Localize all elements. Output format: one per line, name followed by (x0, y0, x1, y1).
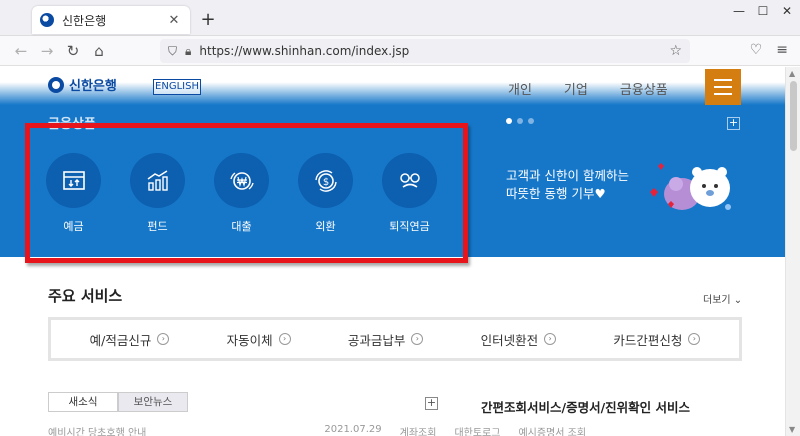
logo[interactable]: 신한은행 (48, 75, 117, 94)
new-tab-button[interactable]: + (198, 9, 218, 30)
hamburger-menu-button[interactable] (705, 69, 741, 105)
menu-item-personal[interactable]: 개인 (508, 79, 532, 98)
menu-icon[interactable]: ≡ (776, 42, 788, 58)
more-label: 더보기 (703, 295, 731, 306)
product-label: 대출 (231, 220, 252, 233)
cert-item[interactable]: 계좌조회 (400, 424, 437, 436)
menu-item-products[interactable]: 금융상품 (620, 79, 668, 98)
page-scrollbar[interactable]: ▲ ▼ (785, 67, 800, 436)
product-label: 외환 (315, 220, 336, 233)
service-utility-payment[interactable]: 공과금납부 › (348, 330, 424, 349)
cert-item[interactable]: 예시증명서 조회 (518, 424, 586, 436)
scroll-up-icon[interactable]: ▲ (789, 69, 795, 78)
cert-item[interactable]: 대한토로그 (454, 424, 500, 436)
product-label: 펀드 (147, 220, 168, 233)
product-exchange[interactable]: $ 외환 (298, 153, 353, 234)
arrow-right-icon: › (688, 333, 701, 345)
product-label: 예금 (63, 220, 84, 233)
minimize-button[interactable]: — (732, 4, 746, 18)
banner-plus-button[interactable]: + (727, 117, 740, 130)
lock-icon[interactable]: 🔒︎ (185, 44, 191, 59)
service-label: 자동이체 (226, 332, 273, 348)
scroll-thumb[interactable] (790, 81, 797, 151)
services-title: 주요 서비스 (48, 287, 123, 305)
logo-text: 신한은행 (69, 79, 117, 94)
toolbar-right: ♡ ≡ (750, 42, 788, 58)
hero-section-title: 금융상품 (48, 117, 96, 132)
top-menu: 개인 기업 금융상품 (508, 79, 668, 98)
arrow-right-icon: › (544, 333, 557, 345)
tab-security-news[interactable]: 보안뉴스 (118, 392, 188, 412)
news-date: 2021.07.29 (324, 424, 382, 435)
exchange-dollar-icon: $ (298, 153, 353, 208)
promo-line-1: 고객과 신한이 함께하는 (506, 168, 629, 183)
page-content: 신한은행 ENGLISH 개인 기업 금융상품 금융상품 예금 펀드 대출 $ … (0, 67, 785, 436)
browser-tab-bar: 신한은행 ✕ + — ☐ ✕ (0, 0, 800, 36)
bear-character-image (650, 163, 731, 210)
url-text[interactable]: https://www.shinhan.com/index.jsp (199, 44, 669, 58)
maximize-button[interactable]: ☐ (756, 4, 770, 18)
promo-text[interactable]: 고객과 신한이 함께하는 따뜻한 동행 기부♥ (506, 167, 629, 203)
news-plus-button[interactable]: + (425, 397, 438, 410)
service-label: 공과금납부 (347, 332, 406, 348)
deposit-icon (46, 153, 101, 208)
product-label: 퇴직연금 (389, 220, 430, 233)
product-list: 예금 펀드 대출 $ 외환 퇴직연금 (46, 153, 437, 234)
shinhan-favicon-icon (40, 13, 54, 27)
product-loan[interactable]: 대출 (214, 153, 269, 234)
arrow-right-icon: › (411, 333, 424, 345)
address-bar[interactable]: ⛉ 🔒︎ https://www.shinhan.com/index.jsp ☆ (160, 39, 690, 63)
carousel-dots (506, 118, 534, 124)
service-label: 카드간편신청 (613, 332, 683, 348)
tab-title: 신한은행 (62, 13, 107, 28)
news-row: 예비시간 당초호행 안내 2021.07.29 계좌조회 대한토로그 예시증명서… (48, 424, 738, 436)
bookmark-star-icon[interactable]: ☆ (669, 43, 682, 59)
service-label: 인터넷환전 (480, 332, 539, 348)
menu-item-business[interactable]: 기업 (564, 79, 588, 98)
carousel-dot[interactable] (517, 118, 523, 124)
more-link[interactable]: 더보기 ⌄ (703, 291, 742, 306)
scroll-down-icon[interactable]: ▼ (789, 425, 795, 434)
hero-banner: 신한은행 ENGLISH 개인 기업 금융상품 금융상품 예금 펀드 대출 $ … (0, 67, 785, 263)
service-auto-transfer[interactable]: 자동이체 › (227, 330, 291, 349)
chevron-down-icon: ⌄ (733, 295, 743, 306)
service-label: 예/적금신규 (89, 332, 152, 348)
product-deposit[interactable]: 예금 (46, 153, 101, 234)
shinhan-logo-icon (48, 76, 64, 93)
close-tab-icon[interactable]: ✕ (166, 13, 182, 28)
service-card-apply[interactable]: 카드간편신청 › (613, 330, 701, 349)
news-tabs: 새소식 보안뉴스 (48, 392, 188, 412)
loan-won-icon (214, 153, 269, 208)
carousel-dot[interactable] (528, 118, 534, 124)
browser-nav-bar: ← → ↻ ⌂ ⛉ 🔒︎ https://www.shinhan.com/ind… (0, 36, 800, 66)
service-online-exchange[interactable]: 인터넷환전 › (481, 330, 557, 349)
pension-glasses-icon (382, 153, 437, 208)
arrow-right-icon: › (157, 333, 170, 345)
carousel-dot[interactable] (506, 118, 512, 124)
shield-icon[interactable]: ⛉ (168, 44, 177, 59)
forward-arrow-icon[interactable]: → (34, 42, 60, 60)
tab-news[interactable]: 새소식 (48, 392, 118, 412)
back-arrow-icon[interactable]: ← (8, 42, 34, 60)
news-item[interactable]: 예비시간 당초호행 안내 (48, 424, 146, 436)
arrow-right-icon: › (278, 333, 291, 345)
fund-chart-icon (130, 153, 185, 208)
pocket-icon[interactable]: ♡ (750, 42, 763, 58)
product-fund[interactable]: 펀드 (130, 153, 185, 234)
cert-service-title: 간편조회서비스/증명서/진위확인 서비스 (481, 400, 690, 415)
promo-line-2: 따뜻한 동행 기부♥ (506, 186, 606, 201)
home-icon[interactable]: ⌂ (86, 42, 112, 60)
services-box: 예/적금신규 › 자동이체 › 공과금납부 › 인터넷환전 › 카드간편신청 › (48, 317, 742, 361)
close-window-button[interactable]: ✕ (780, 4, 794, 18)
window-controls: — ☐ ✕ (732, 4, 794, 18)
language-button[interactable]: ENGLISH (153, 79, 201, 95)
svg-text:$: $ (322, 177, 328, 188)
browser-tab[interactable]: 신한은행 ✕ (32, 6, 190, 34)
reload-icon[interactable]: ↻ (60, 42, 86, 60)
service-new-deposit[interactable]: 예/적금신규 › (90, 330, 170, 349)
product-pension[interactable]: 퇴직연금 (382, 153, 437, 234)
